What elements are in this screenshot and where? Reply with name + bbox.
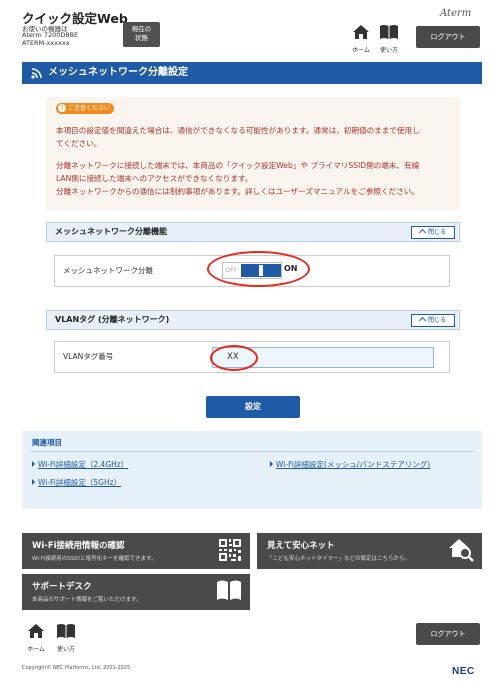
related-title: 関連項目 bbox=[32, 438, 62, 447]
book-icon bbox=[57, 624, 75, 638]
toggle-knob bbox=[241, 264, 281, 277]
footer-logout-button[interactable]: ログアウト bbox=[416, 623, 480, 645]
related-link-label: Wi-Fi詳細設定（2.4GHz） bbox=[38, 460, 129, 469]
status-button-line-1: 現在の bbox=[131, 25, 152, 33]
device-info-name: ATERM-xxxxxx bbox=[22, 39, 70, 47]
arrow-right-icon bbox=[32, 461, 35, 467]
caution-text-1: 本項目の設定値を間違えた場合は、通信ができなくなる可能性があります。通常は、初期… bbox=[56, 126, 420, 135]
device-info-model: Aterm 7200D8BE bbox=[22, 31, 79, 39]
arrow-right-icon bbox=[32, 479, 35, 485]
caution-text-2: てください。 bbox=[56, 139, 102, 148]
card-desc: 「こども安心ネットタイマー」などの設定はこちらから。 bbox=[267, 556, 411, 562]
home-button[interactable]: ホーム bbox=[347, 24, 375, 54]
footer-home-button[interactable]: ホーム bbox=[22, 623, 50, 653]
card-title: サポートデスク bbox=[32, 582, 92, 592]
manual-button[interactable]: 使い方 bbox=[375, 24, 403, 54]
separation-row-label: メッシュネットワーク分離 bbox=[63, 266, 153, 275]
card-desc: 本商品のサポート情報をご覧いただけます。 bbox=[32, 597, 142, 603]
close-label: 閉じる bbox=[427, 317, 446, 324]
copyright: Copyright© NEC Platforms, Ltd. 2001-2025 bbox=[22, 665, 131, 671]
highlight-ring bbox=[210, 345, 258, 371]
home-label: ホーム bbox=[27, 646, 45, 653]
status-button-line-2: 状態 bbox=[135, 34, 148, 42]
close-label: 閉じる bbox=[427, 229, 446, 236]
related-link-label: Wi-Fi詳細設定(メッシュ/バンドステアリング) bbox=[276, 460, 431, 469]
related-link-wifi-5ghz[interactable]: Wi-Fi詳細設定（5GHz） bbox=[32, 477, 121, 488]
related-link-wifi-mesh[interactable]: Wi-Fi詳細設定(メッシュ/バンドステアリング) bbox=[270, 459, 430, 470]
wifi-icon bbox=[31, 68, 42, 79]
separation-toggle[interactable]: OFF bbox=[222, 262, 282, 279]
support-desk-card[interactable]: サポートデスク 本商品のサポート情報をご覧いただけます。 bbox=[22, 574, 250, 610]
chevron-up-icon bbox=[418, 316, 427, 325]
home-icon bbox=[353, 25, 369, 39]
nec-logo: NEC bbox=[452, 666, 475, 677]
home-search-icon bbox=[449, 539, 474, 562]
vlan-panel-close-button[interactable]: 閉じる bbox=[411, 314, 455, 327]
vlan-panel-header: VLANタグ (分離ネットワーク) 閉じる bbox=[46, 310, 460, 330]
arrow-right-icon bbox=[270, 461, 273, 467]
card-title: Wi-Fi接続用情報の確認 bbox=[32, 541, 125, 551]
mieru-anshin-card[interactable]: 見えて安心ネット 「こども安心ネットタイマー」などの設定はこちらから。 bbox=[257, 533, 482, 569]
qr-code-icon bbox=[218, 538, 242, 562]
card-desc: Wi-Fi接続用のSSIDと暗号化キーを確認できます。 bbox=[32, 556, 157, 562]
related-link-label: Wi-Fi詳細設定（5GHz） bbox=[38, 478, 122, 487]
home-icon bbox=[28, 624, 44, 638]
caution-text-4: LAN側に接続した端末へのアクセスができなくなります。 bbox=[56, 174, 253, 183]
vlan-row-label: VLANタグ番号 bbox=[63, 352, 114, 361]
page-title-bar: メッシュネットワーク分離設定 bbox=[22, 62, 482, 84]
caution-text-3: 分離ネットワークに接続した端末では、本商品の「クイック設定Web」や プライマリ… bbox=[56, 161, 420, 170]
home-label: ホーム bbox=[352, 47, 370, 54]
separation-panel-header: メッシュネットワーク分離機能 閉じる bbox=[46, 222, 460, 242]
manual-label: 使い方 bbox=[379, 47, 398, 54]
logout-button[interactable]: ログアウト bbox=[416, 26, 480, 48]
related-divider bbox=[30, 451, 474, 452]
separation-panel-close-button[interactable]: 閉じる bbox=[411, 226, 455, 239]
set-button[interactable]: 設定 bbox=[206, 396, 300, 418]
related-box bbox=[22, 431, 482, 509]
toggle-off-label: OFF bbox=[225, 266, 238, 274]
chevron-up-icon bbox=[418, 228, 427, 237]
related-link-wifi-24ghz[interactable]: Wi-Fi詳細設定（2.4GHz） bbox=[32, 459, 128, 470]
current-status-button[interactable]: 現在の 状態 bbox=[123, 22, 160, 47]
wifi-info-card[interactable]: Wi-Fi接続用情報の確認 Wi-Fi接続用のSSIDと暗号化キーを確認できます… bbox=[22, 533, 250, 569]
footer-manual-button[interactable]: 使い方 bbox=[52, 623, 80, 653]
book-icon bbox=[217, 580, 241, 600]
caution-badge-label: ご注意ください bbox=[68, 105, 111, 112]
exclamation-icon: ! bbox=[58, 104, 66, 112]
caution-badge: ! ご注意ください bbox=[56, 103, 115, 114]
manual-label: 使い方 bbox=[56, 646, 75, 653]
separation-panel-title: メッシュネットワーク分離機能 bbox=[55, 227, 167, 236]
page-title: メッシュネットワーク分離設定 bbox=[48, 67, 188, 78]
book-icon bbox=[380, 25, 398, 39]
toggle-on-label: ON bbox=[284, 264, 298, 273]
brand-logo: Aterm bbox=[440, 8, 472, 19]
card-title: 見えて安心ネット bbox=[267, 541, 335, 551]
vlan-panel-title: VLANタグ (分離ネットワーク) bbox=[55, 315, 170, 324]
caution-text-5: 分離ネットワークからの通信には制約事項があります。詳しくはユーザーズマニュアルを… bbox=[56, 187, 419, 196]
